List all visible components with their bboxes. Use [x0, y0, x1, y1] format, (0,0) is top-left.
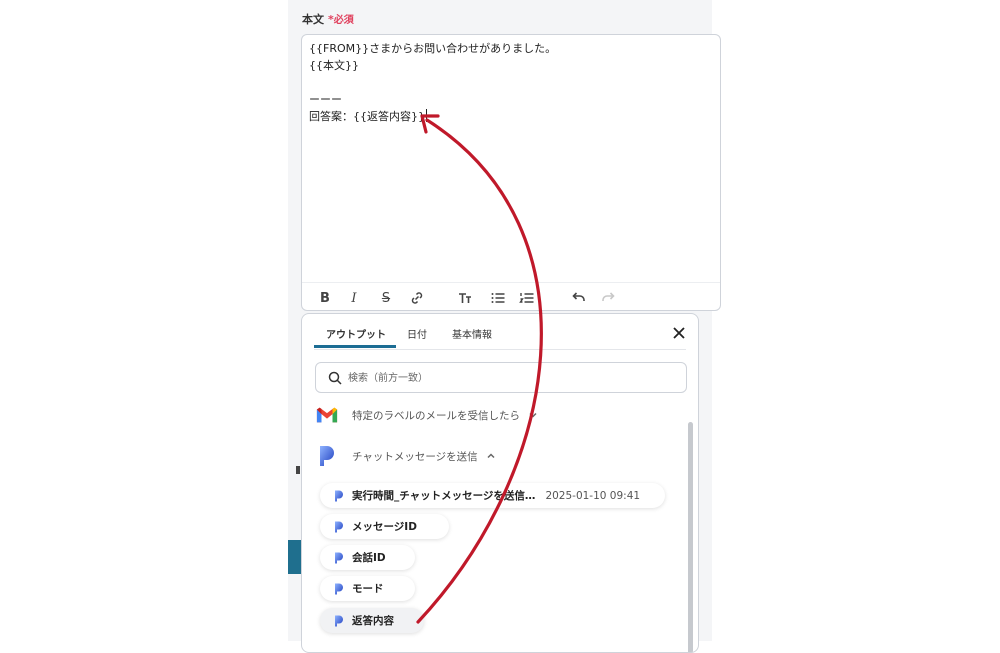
editor-line-text: 回答案：{{返答内容}} — [309, 110, 425, 123]
redo-icon[interactable] — [598, 288, 620, 308]
app-row-label: 特定のラベルのメールを受信したら — [352, 409, 520, 422]
strikethrough-icon[interactable]: S — [375, 288, 397, 308]
text-caret — [426, 109, 427, 122]
output-item-selected[interactable]: 返答内容 — [320, 608, 424, 633]
editor-line-last: 回答案：{{返答内容}} — [309, 108, 710, 125]
body-field-label: 本文 *必須 — [302, 11, 354, 27]
panel-tabs: アウトプット 日付 基本情報 — [314, 314, 686, 350]
side-marker — [296, 466, 300, 474]
bold-icon[interactable]: B — [314, 288, 336, 308]
bulleted-list-icon[interactable] — [487, 288, 509, 308]
app-row-gmail[interactable]: 特定のラベルのメールを受信したら — [316, 405, 538, 425]
tab-output[interactable]: アウトプット — [326, 326, 386, 341]
chevron-up-icon — [487, 453, 495, 459]
search-input[interactable] — [346, 368, 670, 389]
output-item-label: 会話ID — [352, 552, 386, 564]
app-row-label: チャットメッセージを送信 — [352, 450, 478, 463]
dify-icon — [335, 615, 343, 626]
italic-icon[interactable]: I — [343, 288, 365, 308]
dify-icon — [316, 445, 338, 467]
output-item[interactable]: 会話ID — [320, 545, 415, 570]
output-item-label: 実行時間_チャットメッセージを送信… — [352, 490, 536, 502]
close-icon[interactable] — [670, 324, 688, 342]
editor-line: {{FROM}}さまからお問い合わせがありました。 — [309, 42, 557, 55]
editor-toolbar: B I S — [302, 282, 720, 311]
active-tab-indicator — [314, 345, 396, 348]
output-item[interactable]: 実行時間_チャットメッセージを送信… 2025-01-10 09:41 — [320, 483, 665, 508]
numbered-list-icon[interactable] — [516, 288, 538, 308]
editor-content[interactable]: {{FROM}}さまからお問い合わせがありました。 {{本文}} ーーー 回答案… — [309, 40, 710, 125]
gmail-icon — [316, 404, 338, 426]
output-item-label: モード — [352, 583, 384, 595]
output-picker-panel: アウトプット 日付 基本情報 特定のラベルのメールを受信したら — [301, 313, 699, 653]
output-list: 特定のラベルのメールを受信したら チャットメッセージを送信 実行時間_チャットメ… — [302, 402, 698, 652]
required-text: 必須 — [333, 15, 354, 26]
tab-date[interactable]: 日付 — [407, 326, 427, 341]
field-label-text: 本文 — [302, 13, 324, 26]
link-icon[interactable] — [406, 288, 428, 308]
dify-icon — [335, 490, 343, 501]
editor-line: {{本文}} — [309, 59, 359, 72]
output-item-value: 2025-01-10 09:41 — [545, 489, 641, 502]
output-item[interactable]: メッセージID — [320, 514, 449, 539]
side-accent-bar — [288, 540, 301, 574]
scrollbar[interactable] — [688, 422, 693, 652]
font-size-icon[interactable] — [454, 288, 476, 308]
tab-basic-info[interactable]: 基本情報 — [452, 326, 492, 341]
dify-icon — [335, 583, 343, 594]
editor-line: ーーー — [309, 93, 342, 106]
dify-icon — [335, 552, 343, 563]
dify-icon — [335, 521, 343, 532]
search-box[interactable] — [315, 362, 687, 393]
search-icon — [328, 371, 342, 385]
output-item-label: メッセージID — [352, 521, 417, 533]
output-item[interactable]: モード — [320, 576, 415, 601]
undo-icon[interactable] — [567, 288, 589, 308]
body-editor[interactable]: {{FROM}}さまからお問い合わせがありました。 {{本文}} ーーー 回答案… — [301, 34, 721, 311]
app-row-chat-send[interactable]: チャットメッセージを送信 — [316, 446, 496, 466]
chevron-down-icon — [529, 412, 537, 418]
output-item-label: 返答内容 — [352, 615, 394, 627]
